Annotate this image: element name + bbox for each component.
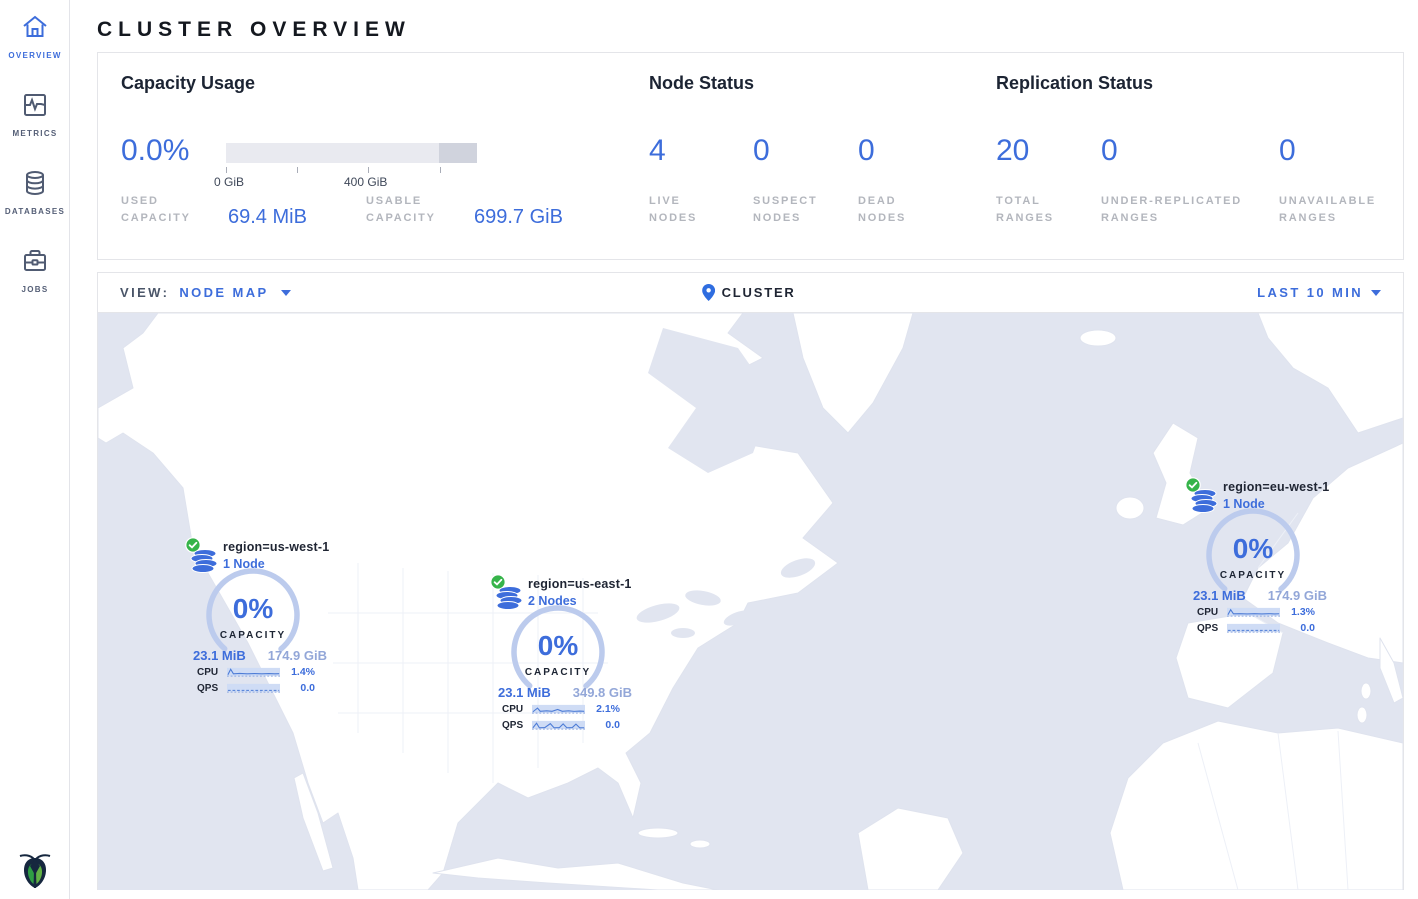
cpu-value: 1.3% xyxy=(1284,606,1315,618)
used-capacity-value: 69.4 MiB xyxy=(228,206,307,229)
live-nodes-value: 4 xyxy=(649,135,666,167)
under-replicated-ranges-value: 0 xyxy=(1101,135,1118,167)
node-map-panel: VIEW: NODE MAP CLUSTER LAST 10 MIN xyxy=(97,272,1404,890)
sidebar-item-jobs[interactable]: JOBS xyxy=(0,234,70,312)
capacity-axis-tick xyxy=(440,167,441,173)
unavailable-ranges-value: 0 xyxy=(1279,135,1296,167)
suspect-nodes-label: SUSPECT NODES xyxy=(753,193,837,227)
chevron-down-icon xyxy=(1371,290,1381,296)
node-used-capacity: 23.1 MiB xyxy=(193,648,246,663)
node-used-capacity: 23.1 MiB xyxy=(498,685,551,700)
capacity-axis-tick xyxy=(297,167,298,173)
capacity-bar-dark-segment xyxy=(439,143,477,163)
sidebar-item-label: JOBS xyxy=(22,285,49,294)
node-region-card-us-west-1: region=us-west-1 1 Node 0% CAPACITY 23.1… xyxy=(181,537,331,699)
view-value: NODE MAP xyxy=(179,285,268,300)
node-total-capacity: 174.9 GiB xyxy=(268,648,327,663)
region-label: region=eu-west-1 xyxy=(1223,480,1329,494)
locality-breadcrumb[interactable]: CLUSTER xyxy=(702,284,796,301)
node-status-title: Node Status xyxy=(649,73,754,94)
capacity-label: CAPACITY xyxy=(1205,570,1301,581)
node-region-card-us-east-1: region=us-east-1 2 Nodes 0% CAPACITY 23.… xyxy=(486,574,636,736)
sidebar-item-label: METRICS xyxy=(12,129,57,138)
world-map: region=us-west-1 1 Node 0% CAPACITY 23.1… xyxy=(98,313,1403,890)
summary-panel: Capacity Usage 0.0% 0 GiB 400 GiB USED C… xyxy=(97,52,1404,260)
capacity-percent: 0% xyxy=(205,593,301,625)
usable-capacity-value: 699.7 GiB xyxy=(474,206,563,229)
usable-capacity-label: USABLE CAPACITY xyxy=(366,193,458,227)
sidebar-item-label: OVERVIEW xyxy=(8,51,61,60)
capacity-usage-title: Capacity Usage xyxy=(121,73,255,94)
cpu-sparkline xyxy=(532,703,585,715)
sidebar: OVERVIEW METRICS DATABASES JOBS xyxy=(0,0,70,899)
unavailable-ranges-label: UNAVAILABLE RANGES xyxy=(1279,193,1399,227)
qps-value: 0.0 xyxy=(284,682,315,694)
cpu-label: CPU xyxy=(197,667,223,678)
capacity-axis-tick xyxy=(226,167,227,173)
briefcase-icon xyxy=(21,248,49,279)
capacity-percent: 0% xyxy=(510,630,606,662)
home-icon xyxy=(21,14,49,45)
qps-value: 0.0 xyxy=(1284,622,1315,634)
breadcrumb-label: CLUSTER xyxy=(722,285,796,300)
total-ranges-value: 20 xyxy=(996,135,1029,167)
map-toolbar: VIEW: NODE MAP CLUSTER LAST 10 MIN xyxy=(98,273,1403,313)
time-range-dropdown[interactable]: LAST 10 MIN xyxy=(1257,285,1381,300)
capacity-axis-label: 400 GiB xyxy=(344,175,387,189)
time-range-value: LAST 10 MIN xyxy=(1257,285,1363,300)
capacity-label: CAPACITY xyxy=(510,667,606,678)
capacity-used-percent: 0.0% xyxy=(121,135,189,167)
capacity-usage-bar xyxy=(226,143,477,163)
under-replicated-ranges-label: UNDER-REPLICATED RANGES xyxy=(1101,193,1269,227)
sidebar-item-databases[interactable]: DATABASES xyxy=(0,156,70,234)
qps-sparkline xyxy=(227,682,280,694)
page-title: CLUSTER OVERVIEW xyxy=(97,18,1404,42)
suspect-nodes-value: 0 xyxy=(753,135,770,167)
region-label: region=us-east-1 xyxy=(528,577,632,591)
dead-nodes-value: 0 xyxy=(858,135,875,167)
node-region-card-eu-west-1: region=eu-west-1 1 Node 0% CAPACITY 23.1… xyxy=(1181,477,1331,639)
cpu-sparkline xyxy=(1227,606,1280,618)
main-content: CLUSTER OVERVIEW Capacity Usage 0.0% 0 G… xyxy=(70,0,1418,890)
dead-nodes-label: DEAD NODES xyxy=(858,193,928,227)
qps-label: QPS xyxy=(502,720,528,731)
node-total-capacity: 174.9 GiB xyxy=(1268,588,1327,603)
live-nodes-label: LIVE NODES xyxy=(649,193,729,227)
chevron-down-icon xyxy=(281,290,291,296)
total-ranges-label: TOTAL RANGES xyxy=(996,193,1066,227)
capacity-axis-tick xyxy=(368,167,369,173)
cpu-value: 1.4% xyxy=(284,666,315,678)
cpu-value: 2.1% xyxy=(589,703,620,715)
capacity-axis-label: 0 GiB xyxy=(214,175,244,189)
replication-status-title: Replication Status xyxy=(996,73,1153,94)
cpu-label: CPU xyxy=(1197,607,1223,618)
sidebar-item-metrics[interactable]: METRICS xyxy=(0,78,70,156)
map-pin-icon xyxy=(702,284,715,301)
capacity-percent: 0% xyxy=(1205,533,1301,565)
region-label: region=us-west-1 xyxy=(223,540,329,554)
node-total-capacity: 349.8 GiB xyxy=(573,685,632,700)
sidebar-item-overview[interactable]: OVERVIEW xyxy=(0,0,70,78)
used-capacity-label: USED CAPACITY xyxy=(121,193,213,227)
sidebar-item-label: DATABASES xyxy=(5,207,65,216)
qps-sparkline xyxy=(1227,622,1280,634)
capacity-label: CAPACITY xyxy=(205,630,301,641)
qps-label: QPS xyxy=(1197,623,1223,634)
view-dropdown[interactable]: VIEW: NODE MAP xyxy=(120,285,291,300)
cpu-sparkline xyxy=(227,666,280,678)
database-icon xyxy=(21,170,49,201)
qps-label: QPS xyxy=(197,683,223,694)
view-label: VIEW: xyxy=(120,285,169,300)
node-used-capacity: 23.1 MiB xyxy=(1193,588,1246,603)
qps-sparkline xyxy=(532,719,585,731)
qps-value: 0.0 xyxy=(589,719,620,731)
cockroachdb-logo xyxy=(0,849,69,891)
cpu-label: CPU xyxy=(502,704,528,715)
metrics-chart-icon xyxy=(21,92,49,123)
